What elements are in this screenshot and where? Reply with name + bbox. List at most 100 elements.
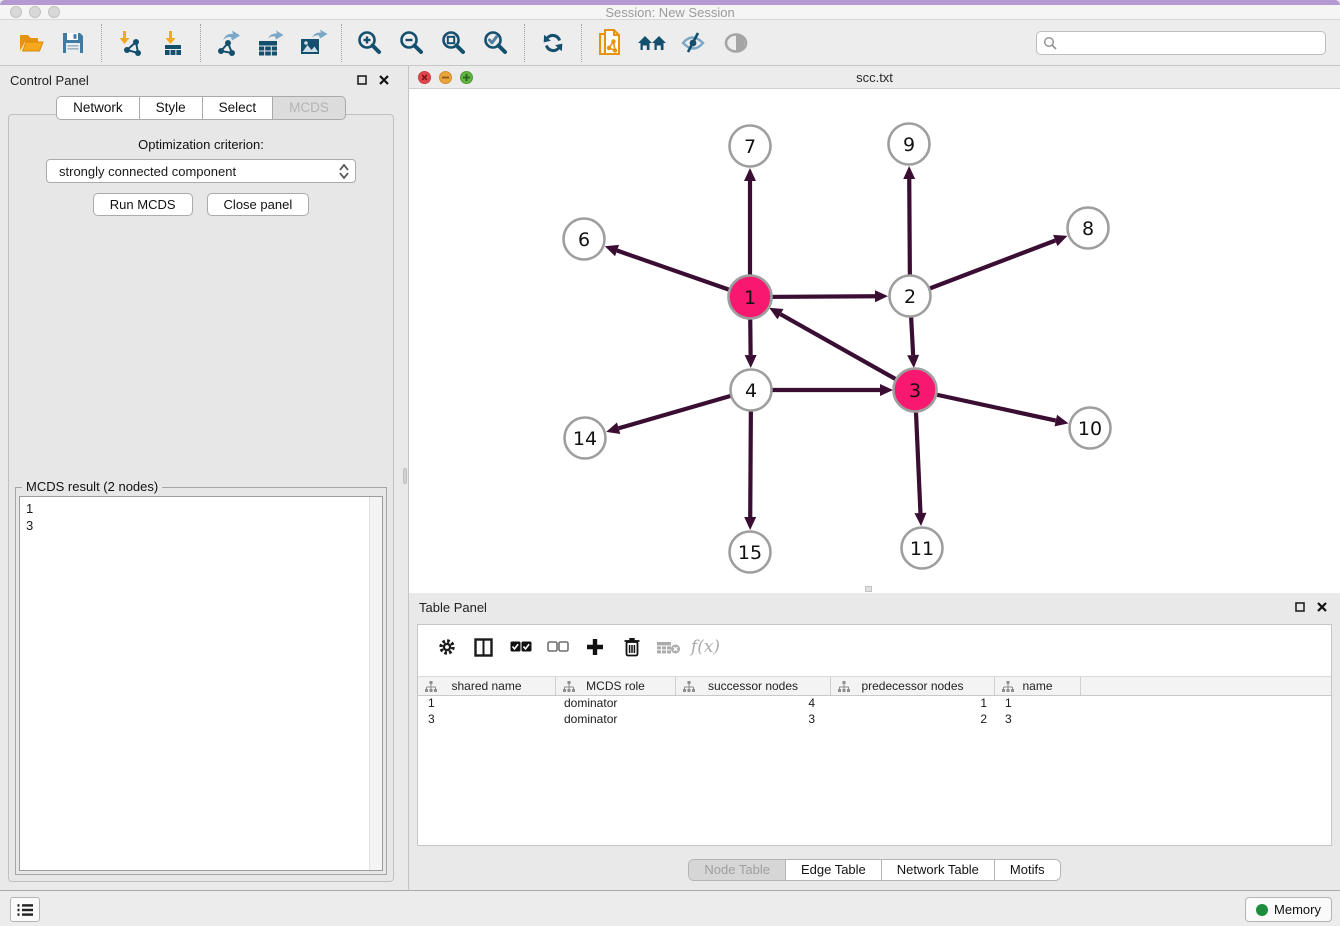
export-table-button[interactable] <box>250 23 292 63</box>
edge-3-1[interactable] <box>780 314 915 390</box>
import-table-button[interactable] <box>151 23 193 63</box>
homes-icon <box>636 31 668 55</box>
split-columns-icon <box>474 638 493 657</box>
network-graph: 7968124314101511 <box>409 89 1340 593</box>
table-cell: 1 <box>995 696 1081 712</box>
table-row[interactable]: 3dominator323 <box>418 712 1331 728</box>
node-table-container: f(x) shared nameMCDS rolesuccessor nodes… <box>417 624 1332 846</box>
export-network-icon <box>215 29 243 57</box>
tab-network-table[interactable]: Network Table <box>881 860 994 880</box>
graph-node-label: 15 <box>738 542 762 564</box>
zoom-out-button[interactable] <box>391 23 433 63</box>
table-cell: dominator <box>556 696 676 712</box>
toolbar-separator <box>341 24 342 62</box>
list-icon <box>17 903 33 917</box>
control-panel-tabs: NetworkStyleSelectMCDS <box>0 96 402 120</box>
show-hide-panels-button[interactable] <box>631 23 673 63</box>
trash-icon <box>623 637 641 657</box>
search-field[interactable] <box>1036 31 1326 55</box>
delete-columns-button[interactable] <box>613 630 650 664</box>
apply-layout-button[interactable] <box>532 23 574 63</box>
checked-boxes-icon <box>510 641 532 653</box>
tab-motifs[interactable]: Motifs <box>994 860 1060 880</box>
control-panel-title: Control Panel <box>10 73 348 88</box>
graph-node-label: 3 <box>909 380 921 402</box>
window-title: Session: New Session <box>0 5 1340 20</box>
split-view-button[interactable] <box>465 630 502 664</box>
export-image-button[interactable] <box>292 23 334 63</box>
unselect-all-columns-button[interactable] <box>539 630 576 664</box>
graph-node-label: 6 <box>578 229 590 251</box>
edge-arrowhead <box>907 355 919 368</box>
optimization-criterion-select[interactable]: strongly connected component <box>46 159 356 183</box>
scrollbar[interactable] <box>369 497 382 870</box>
gear-icon <box>437 637 457 657</box>
table-row[interactable]: 1dominator411 <box>418 696 1331 712</box>
zoom-fit-button[interactable] <box>433 23 475 63</box>
function-builder-button[interactable]: f(x) <box>687 630 724 664</box>
close-panel-icon[interactable] <box>376 72 392 88</box>
close-panel-button[interactable]: Close panel <box>207 193 310 216</box>
tab-network[interactable]: Network <box>56 96 140 120</box>
mcds-pane: Optimization criterion: strongly connect… <box>8 114 394 882</box>
add-column-button[interactable] <box>576 630 613 664</box>
edge-arrowhead <box>1053 235 1067 246</box>
network-view-panel: scc.txt 7968124314101511 <box>408 66 1340 593</box>
fx-icon: f(x) <box>691 637 720 657</box>
tab-edge-table[interactable]: Edge Table <box>785 860 881 880</box>
table-body: 1dominator4113dominator323 <box>418 696 1331 728</box>
graph-node-label: 2 <box>904 286 916 308</box>
memory-button[interactable]: Memory <box>1245 897 1332 922</box>
app-window: Session: New Session <box>0 0 1340 926</box>
export-network-button[interactable] <box>208 23 250 63</box>
table-cell: 4 <box>676 696 831 712</box>
float-panel-icon[interactable] <box>1292 599 1308 615</box>
open-file-button[interactable] <box>10 23 52 63</box>
network-window-titlebar: scc.txt <box>409 66 1340 89</box>
table-settings-button[interactable] <box>428 630 465 664</box>
clone-network-button[interactable] <box>589 23 631 63</box>
graph-node-label: 8 <box>1082 218 1094 240</box>
column-header-successor-nodes[interactable]: successor nodes <box>676 677 831 695</box>
status-bar: Memory <box>0 890 1340 926</box>
selected-criterion: strongly connected component <box>59 164 337 179</box>
window-titlebar: Session: New Session <box>0 5 1340 20</box>
tab-mcds[interactable]: MCDS <box>273 96 346 120</box>
column-header-predecessor-nodes[interactable]: predecessor nodes <box>831 677 995 695</box>
plus-icon <box>586 638 604 656</box>
save-session-button[interactable] <box>52 23 94 63</box>
optimization-criterion-label: Optimization criterion: <box>9 137 393 152</box>
mcds-result-textarea[interactable]: 13 <box>19 496 383 871</box>
delete-table-button[interactable] <box>650 630 687 664</box>
column-header-name[interactable]: name <box>995 677 1081 695</box>
splitter-handle[interactable] <box>865 586 872 592</box>
zoom-fit-icon <box>440 29 468 57</box>
import-network-button[interactable] <box>109 23 151 63</box>
eye-icon <box>721 30 751 56</box>
toolbar-separator <box>581 24 582 62</box>
select-all-columns-button[interactable] <box>502 630 539 664</box>
zoom-selected-button[interactable] <box>475 23 517 63</box>
hide-selected-button[interactable] <box>673 23 715 63</box>
edge-arrowhead <box>744 517 756 530</box>
import-table-icon <box>158 29 186 57</box>
edge-2-8[interactable] <box>910 240 1055 296</box>
edge-arrowhead <box>605 245 619 256</box>
show-selected-button[interactable] <box>715 23 757 63</box>
tab-select[interactable]: Select <box>203 96 274 120</box>
network-canvas[interactable]: 7968124314101511 <box>409 89 1340 593</box>
column-header-shared-name[interactable]: shared name <box>418 677 556 695</box>
tab-node-table[interactable]: Node Table <box>689 860 785 880</box>
float-panel-icon[interactable] <box>354 72 370 88</box>
search-input[interactable] <box>1057 35 1319 50</box>
graph-node-label: 9 <box>903 134 915 156</box>
column-header-MCDS-role[interactable]: MCDS role <box>556 677 676 695</box>
task-history-button[interactable] <box>10 897 40 922</box>
run-mcds-button[interactable]: Run MCDS <box>93 193 193 216</box>
close-panel-icon[interactable] <box>1314 599 1330 615</box>
tab-style[interactable]: Style <box>140 96 203 120</box>
zoom-in-button[interactable] <box>349 23 391 63</box>
table-tabs-bar: Node TableEdge TableNetwork TableMotifs <box>409 859 1340 881</box>
zoom-selected-icon <box>482 29 510 57</box>
unchecked-boxes-icon <box>547 641 569 653</box>
